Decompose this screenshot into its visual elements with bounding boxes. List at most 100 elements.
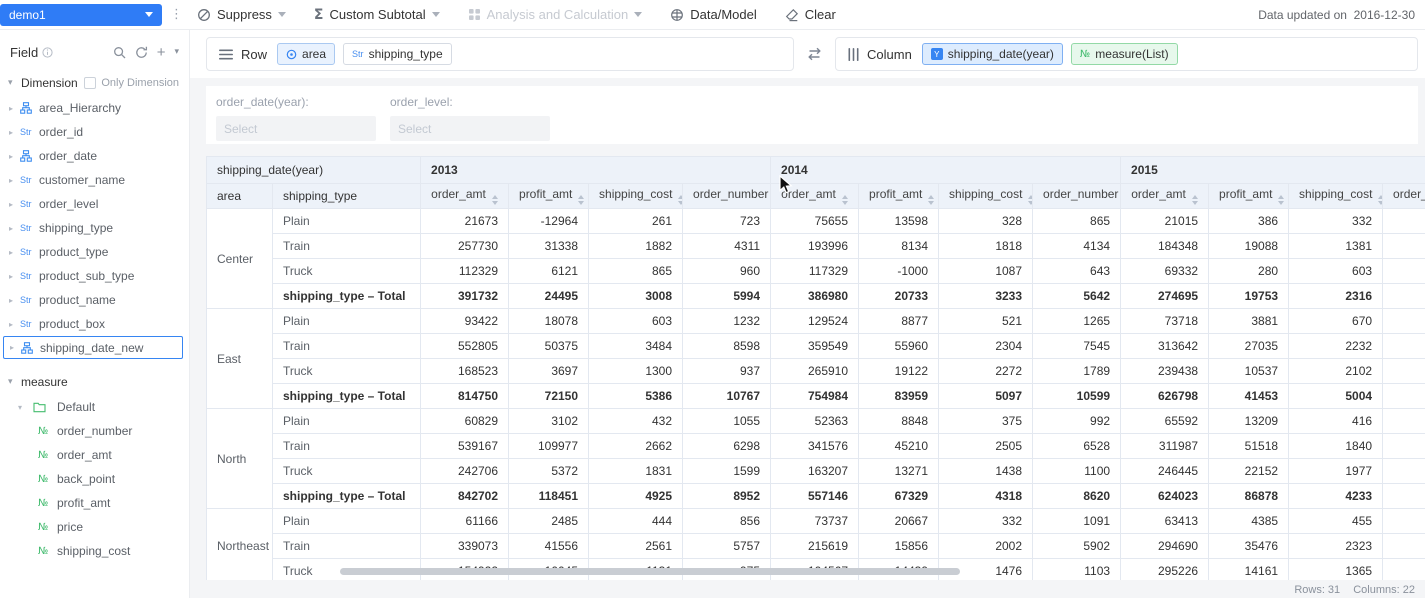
measure-order-amt[interactable]: № order_amt [0,443,189,467]
horizontal-scrollbar-thumb[interactable] [340,568,960,575]
field-order-date[interactable]: ▸ order_date [0,144,189,168]
number-type-icon: № [38,498,57,509]
measure-section-header: ▾ measure [0,369,189,395]
expand-caret-icon[interactable]: ▸ [9,224,20,233]
number-type-icon: № [38,546,57,557]
measure-header-2014-order-amt[interactable]: order_amt [771,184,859,209]
measure-header-2015-shipping-cost[interactable]: shipping_cost [1289,184,1383,209]
expand-caret-icon[interactable]: ▸ [10,343,21,352]
only-dimension-checkbox[interactable] [84,77,96,89]
expand-caret-icon[interactable]: ▸ [9,128,20,137]
swap-axes-button[interactable] [804,47,825,61]
measure-header-2013-order-amt[interactable]: order_amt [421,184,509,209]
measure-header-2014-order-number[interactable]: order_number [1033,184,1121,209]
field-order-level[interactable]: ▸ Str order_level [0,192,189,216]
field-product-name[interactable]: ▸ Str product_name [0,288,189,312]
field-label: order_level [39,197,98,211]
field-order-id[interactable]: ▸ Str order_id [0,120,189,144]
field-product-box[interactable]: ▸ Str product_box [0,312,189,336]
sort-icon[interactable] [928,195,934,205]
sort-icon[interactable] [842,195,848,205]
expand-caret-icon[interactable]: ▸ [9,176,20,185]
row-shelf[interactable]: Row area Str shipping_type [206,37,794,71]
refresh-icon[interactable] [135,46,148,59]
measure-profit-amt[interactable]: № profit_amt [0,491,189,515]
menu-bar: Suppress Σ Custom Subtotal Analysis and … [197,7,836,22]
expand-caret-icon[interactable]: ▸ [9,272,20,281]
field-shipping-date-new[interactable]: ▸ shipping_date_new [3,336,183,359]
expand-caret-icon[interactable]: ▸ [9,104,20,113]
field-customer-name[interactable]: ▸ Str customer_name [0,168,189,192]
menu-data-model[interactable]: Data/Model [670,7,756,22]
expand-caret-icon[interactable]: ▸ [9,200,20,209]
measure-shipping-cost[interactable]: № shipping_cost [0,539,189,563]
measure-back-point[interactable]: № back_point [0,467,189,491]
value-cell [1383,409,1425,434]
string-type-icon: Str [20,319,39,329]
measure-section-title: measure [21,375,68,389]
geo-icon [286,49,297,60]
pill-area[interactable]: area [277,43,335,65]
value-cell: 69332 [1121,259,1209,284]
expand-caret-icon[interactable]: ▸ [9,152,20,161]
measure-header-2015-order-number[interactable]: order_number [1383,184,1425,209]
measure-price[interactable]: № price [0,515,189,539]
value-cell: 2232 [1289,334,1383,359]
corner-header: shipping_date(year) [207,157,421,184]
pill-shipping-date-year-[interactable]: Y shipping_date(year) [922,43,1063,65]
value-cell: 624023 [1121,484,1209,509]
field-shipping-type[interactable]: ▸ Str shipping_type [0,216,189,240]
field-product-sub-type[interactable]: ▸ Str product_sub_type [0,264,189,288]
dimension-caret-icon[interactable]: ▾ [8,78,21,88]
search-icon[interactable] [113,46,126,59]
pill-measure-list-[interactable]: № measure(List) [1071,43,1178,65]
sort-icon[interactable] [1028,195,1032,205]
dataset-selector[interactable]: demo1 [0,4,162,26]
pill-shipping-type[interactable]: Str shipping_type [343,43,452,65]
menu-clear[interactable]: Clear [785,7,836,22]
value-cell: 2002 [939,534,1033,559]
value-cell: 375 [939,409,1033,434]
field-product-type[interactable]: ▸ Str product_type [0,240,189,264]
measure-header-2013-shipping-cost[interactable]: shipping_cost [589,184,683,209]
shipping-type-cell: shipping_type – Total [273,484,421,509]
sort-icon[interactable] [678,195,682,205]
measure-header-2015-order-amt[interactable]: order_amt [1121,184,1209,209]
measure-folder-default[interactable]: ▾ Default [0,395,189,419]
add-field-icon[interactable]: + [157,45,166,60]
dimension-section-header: ▾ Dimension Only Dimension [0,70,189,96]
value-cell: 112329 [421,259,509,284]
more-options-icon[interactable]: ⋮ [170,7,183,22]
sort-icon[interactable] [1192,195,1198,205]
str-icon: Str [352,49,364,59]
measure-header-2013-order-number[interactable]: order_number [683,184,771,209]
value-cell: 6121 [509,259,589,284]
filter-select-order-date-year[interactable]: Select [216,116,376,141]
shipping-type-cell: Plain [273,509,421,534]
value-cell: 246445 [1121,459,1209,484]
expand-caret-icon[interactable]: ▸ [9,248,20,257]
menu-suppress[interactable]: Suppress [197,7,286,22]
value-cell: 21015 [1121,209,1209,234]
field-label: shipping_date_new [40,341,143,355]
sort-icon[interactable] [578,195,584,205]
value-cell: 1265 [1033,309,1121,334]
measure-header-2015-profit-amt[interactable]: profit_amt [1209,184,1289,209]
expand-caret-icon[interactable]: ▸ [9,320,20,329]
measure-header-2014-profit-amt[interactable]: profit_amt [859,184,939,209]
menu-custom-subtotal[interactable]: Σ Custom Subtotal [314,7,440,22]
number-type-icon: № [38,426,57,437]
sort-icon[interactable] [1378,195,1382,205]
measure-caret-icon[interactable]: ▾ [8,377,21,387]
measure-order-number[interactable]: № order_number [0,419,189,443]
measure-header-2013-profit-amt[interactable]: profit_amt [509,184,589,209]
expand-caret-icon[interactable]: ▸ [9,296,20,305]
value-cell: 5902 [1033,534,1121,559]
sort-icon[interactable] [1278,195,1284,205]
sort-icon[interactable] [492,195,498,205]
measure-header-2014-shipping-cost[interactable]: shipping_cost [939,184,1033,209]
filter-select-order-level[interactable]: Select [390,116,550,141]
panel-caret-down-icon[interactable]: ▾ [174,47,179,57]
field-area-hierarchy[interactable]: ▸ area_Hierarchy [0,96,189,120]
column-shelf[interactable]: Column Y shipping_date(year) № measure(L… [835,37,1418,71]
